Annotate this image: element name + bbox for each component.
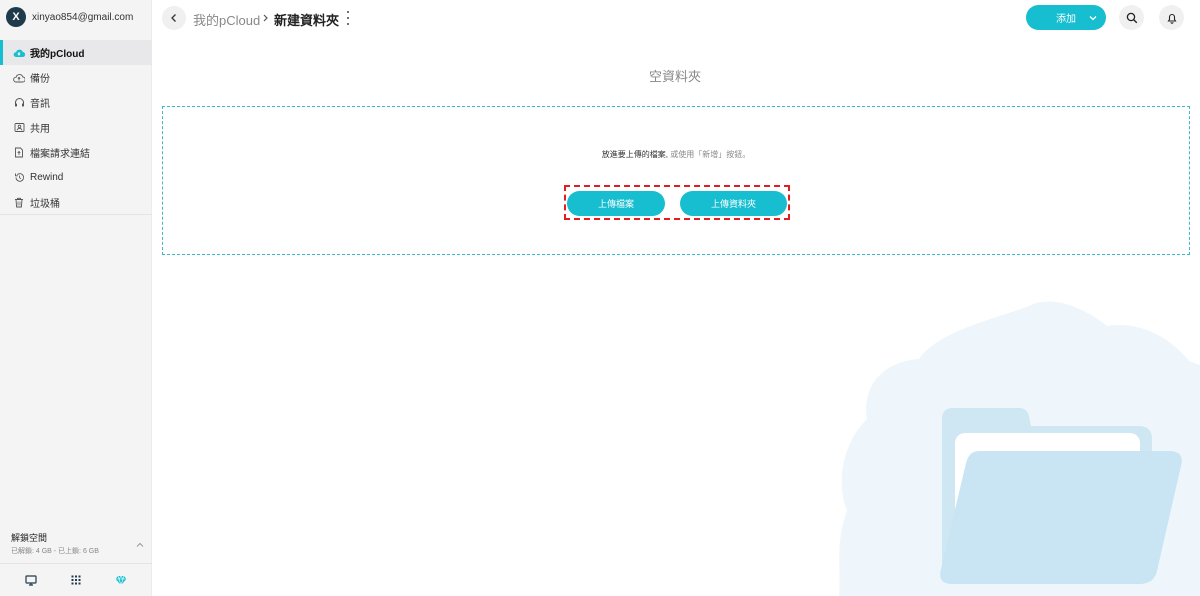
add-button-label: 添加 <box>1056 14 1076 25</box>
sidebar-item-rewind[interactable]: Rewind <box>0 165 152 190</box>
sidebar-item-backup[interactable]: 備份 <box>0 65 152 90</box>
account-email[interactable]: xinyao854@gmail.com <box>32 12 133 23</box>
cloud-icon <box>13 47 25 59</box>
bell-icon <box>1166 13 1177 24</box>
search-button[interactable] <box>1119 5 1144 30</box>
sidebar-item-file-requests[interactable]: 檔案請求連結 <box>0 140 152 165</box>
sidebar-divider <box>0 214 152 215</box>
upload-file-button[interactable]: 上傳檔案 <box>567 191 665 216</box>
backup-icon <box>13 72 25 84</box>
notifications-button[interactable] <box>1159 5 1184 30</box>
main-content: 空資料夾 放進要上傳的檔案, 或使用「新增」按鈕。 上傳檔案 上傳資料夾 <box>152 36 1200 596</box>
chevron-down-icon <box>1088 13 1098 23</box>
desktop-icon[interactable] <box>21 570 41 590</box>
sidebar-item-label: 我的pCloud <box>30 49 85 60</box>
add-button[interactable]: 添加 <box>1026 5 1106 30</box>
upload-file-label: 上傳檔案 <box>597 199 634 209</box>
search-icon <box>1126 12 1137 23</box>
chevron-left-icon <box>171 14 176 22</box>
apps-grid-icon[interactable] <box>66 570 86 590</box>
unlock-space-subtitle: 已解鎖: 4 GB - 已上鎖: 6 GB <box>11 548 99 555</box>
sidebar-item-label: 檔案請求連結 <box>30 149 90 160</box>
sidebar-item-my-pcloud[interactable]: 我的pCloud <box>0 40 152 65</box>
sidebar-bottom-bar <box>0 563 152 596</box>
diamond-icon[interactable] <box>111 570 131 590</box>
sidebar-item-label: Rewind <box>30 172 64 183</box>
chevron-up-icon[interactable] <box>135 537 145 547</box>
dropzone-instruction: 放進要上傳的檔案, <box>601 150 668 159</box>
breadcrumb-root[interactable]: 我的pCloud <box>193 10 260 29</box>
sidebar-item-trash[interactable]: 垃圾桶 <box>0 190 152 215</box>
shared-icon <box>13 122 25 134</box>
sidebar-item-audio[interactable]: 音訊 <box>0 90 152 115</box>
folder-icon <box>940 408 1182 584</box>
avatar[interactable]: X <box>6 7 26 27</box>
upload-buttons-highlight: 上傳檔案 上傳資料夾 <box>564 185 790 220</box>
dropzone-text: 放進要上傳的檔案, 或使用「新增」按鈕。 <box>163 149 1189 160</box>
sidebar-item-label: 垃圾桶 <box>30 199 60 210</box>
unlock-space-panel[interactable]: 解鎖空間 已解鎖: 4 GB - 已上鎖: 6 GB <box>11 531 148 556</box>
upload-dropzone[interactable]: 放進要上傳的檔案, 或使用「新增」按鈕。 上傳檔案 上傳資料夾 <box>162 106 1190 255</box>
chevron-right-icon <box>262 11 270 23</box>
rewind-icon <box>13 172 25 184</box>
dropzone-hint: 或使用「新增」按鈕。 <box>670 150 751 159</box>
empty-folder-illustration <box>839 301 1200 596</box>
sidebar-item-shared[interactable]: 共用 <box>0 115 152 140</box>
sidebar-item-label: 備份 <box>30 74 50 85</box>
sidebar-nav: 我的pCloud 備份 音訊 共用 檔案請求連結 Rewind 垃圾桶 <box>0 40 152 215</box>
empty-folder-title: 空資料夾 <box>648 69 701 84</box>
headphones-icon <box>13 97 25 109</box>
upload-folder-label: 上傳資料夾 <box>710 199 756 209</box>
account-menu[interactable]: X xinyao854@gmail.com <box>6 7 133 27</box>
breadcrumb-current: 新建資料夾 <box>274 13 340 28</box>
more-options-icon[interactable] <box>345 11 351 25</box>
back-button[interactable] <box>162 6 186 30</box>
unlock-space-title: 解鎖空間 <box>11 533 48 543</box>
pcloud-app: X xinyao854@gmail.com 我的pCloud 備份 音訊 共用 … <box>0 0 1200 596</box>
sidebar-item-label: 音訊 <box>30 99 50 110</box>
upload-folder-button[interactable]: 上傳資料夾 <box>680 191 787 216</box>
sidebar: X xinyao854@gmail.com 我的pCloud 備份 音訊 共用 … <box>0 0 152 596</box>
trash-icon <box>13 197 25 209</box>
sidebar-item-label: 共用 <box>30 124 50 135</box>
file-request-icon <box>13 147 25 159</box>
top-bar: 我的pCloud 新建資料夾 添加 <box>152 0 1200 36</box>
